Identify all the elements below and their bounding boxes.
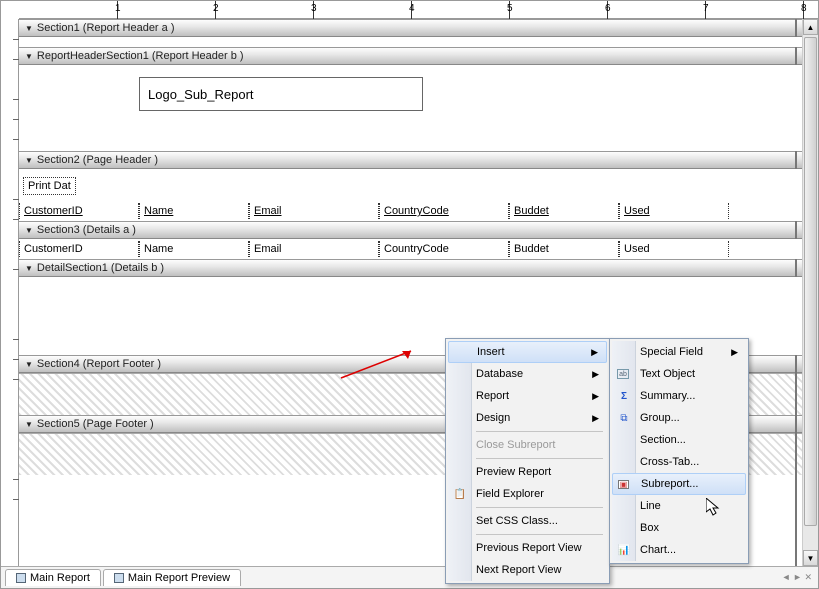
subreport-object[interactable]: Logo_Sub_Report	[139, 77, 423, 111]
scroll-up-button[interactable]: ▲	[803, 19, 818, 35]
submenu-item-subreport[interactable]: ▣ Subreport...	[612, 473, 746, 495]
tab-bar: Main Report Main Report Preview ◄ ► ✕	[1, 566, 818, 588]
column-header[interactable]: Buddet	[509, 203, 619, 219]
text-icon: ab	[617, 369, 629, 379]
tab-label: Main Report Preview	[128, 572, 230, 584]
tab-label: Main Report	[30, 572, 90, 584]
ruler-tick-label: 5	[507, 3, 513, 14]
submenu-arrow-icon: ▶	[731, 347, 738, 358]
tab-main-report-preview[interactable]: Main Report Preview	[103, 569, 241, 586]
column-header[interactable]: Name	[139, 203, 249, 219]
menu-item-design[interactable]: Design▶	[448, 407, 607, 429]
tab-nav-controls[interactable]: ◄ ► ✕	[782, 572, 812, 583]
field-print-date[interactable]: Print Dat	[23, 177, 76, 195]
section-label: ReportHeaderSection1 (Report Header b )	[37, 50, 244, 62]
section-bar-header-b[interactable]: ▼ ReportHeaderSection1 (Report Header b …	[19, 47, 802, 65]
ruler-tick-label: 1	[115, 3, 121, 14]
submenu-item-text-object[interactable]: ab Text Object	[612, 363, 746, 385]
submenu-item-crosstab[interactable]: Cross-Tab...	[612, 451, 746, 473]
section-body[interactable]: Logo_Sub_Report	[19, 65, 802, 151]
collapse-icon: ▼	[25, 156, 33, 165]
submenu-arrow-icon: ▶	[592, 391, 599, 402]
report-icon	[16, 573, 26, 583]
menu-item-next-view[interactable]: Next Report View	[448, 559, 607, 581]
ruler-tick-label: 4	[409, 3, 415, 14]
group-icon: ⧉	[617, 411, 631, 425]
section-label: DetailSection1 (Details b )	[37, 262, 164, 274]
report-icon	[114, 573, 124, 583]
context-menu: Insert▶ Database▶ Report▶ Design▶ Close …	[445, 338, 610, 584]
subreport-label: Logo_Sub_Report	[148, 87, 254, 102]
db-field[interactable]: Used	[619, 241, 729, 257]
column-header[interactable]: Email	[249, 203, 379, 219]
section-label: Section5 (Page Footer )	[37, 418, 154, 430]
section-bar-details-b[interactable]: ▼ DetailSection1 (Details b )	[19, 259, 802, 277]
submenu-item-special-field[interactable]: Special Field▶	[612, 341, 746, 363]
collapse-icon: ▼	[25, 24, 33, 33]
submenu-arrow-icon: ▶	[591, 347, 598, 358]
menu-item-database[interactable]: Database▶	[448, 363, 607, 385]
section-bar-page-header[interactable]: ▼ Section2 (Page Header )	[19, 151, 802, 169]
ruler-horizontal: 1 2 3 4 5 6 7 8	[19, 1, 818, 19]
db-field[interactable]: Buddet	[509, 241, 619, 257]
db-field[interactable]: Name	[139, 241, 249, 257]
collapse-icon: ▼	[25, 52, 33, 61]
menu-item-close-subreport: Close Subreport	[448, 434, 607, 456]
submenu-item-box[interactable]: Box	[612, 517, 746, 539]
tab-main-report[interactable]: Main Report	[5, 569, 101, 586]
section-label: Section4 (Report Footer )	[37, 358, 161, 370]
ruler-tick-label: 6	[605, 3, 611, 14]
menu-item-insert[interactable]: Insert▶	[448, 341, 607, 363]
db-field[interactable]: CustomerID	[19, 241, 139, 257]
chart-icon: 📊	[617, 543, 631, 557]
section-label: Section1 (Report Header a )	[37, 22, 175, 34]
submenu-item-summary[interactable]: Σ Summary...	[612, 385, 746, 407]
report-designer: 1 2 3 4 5 6 7 8 ▼ Section1 (Report Heade…	[0, 0, 819, 589]
column-header[interactable]: CustomerID	[19, 203, 139, 219]
ruler-tick-label: 7	[703, 3, 709, 14]
menu-separator	[476, 534, 603, 535]
column-header[interactable]: Used	[619, 203, 729, 219]
menu-separator	[476, 458, 603, 459]
db-field[interactable]: Email	[249, 241, 379, 257]
section-label: Section2 (Page Header )	[37, 154, 158, 166]
collapse-icon: ▼	[25, 360, 33, 369]
collapse-icon: ▼	[25, 226, 33, 235]
column-header[interactable]: CountryCode	[379, 203, 509, 219]
sigma-icon: Σ	[617, 389, 631, 403]
scrollbar-vertical[interactable]: ▲ ▼	[802, 19, 818, 566]
submenu-item-line[interactable]: Line	[612, 495, 746, 517]
ruler-tick-label: 8	[801, 3, 807, 14]
ruler-tick-label: 3	[311, 3, 317, 14]
menu-separator	[476, 507, 603, 508]
submenu-insert: Special Field▶ ab Text Object Σ Summary.…	[609, 338, 749, 564]
subreport-icon: ▣	[618, 480, 629, 489]
submenu-arrow-icon: ▶	[592, 369, 599, 380]
menu-item-preview-report[interactable]: Preview Report	[448, 461, 607, 483]
section-bar-details-a[interactable]: ▼ Section3 (Details a )	[19, 221, 802, 239]
scroll-thumb[interactable]	[804, 37, 817, 526]
submenu-item-chart[interactable]: 📊 Chart...	[612, 539, 746, 561]
menu-separator	[476, 431, 603, 432]
section-body[interactable]: Print Dat CustomerID Name Email CountryC…	[19, 169, 802, 221]
collapse-icon: ▼	[25, 420, 33, 429]
ruler-vertical	[1, 19, 19, 566]
submenu-arrow-icon: ▶	[592, 413, 599, 424]
collapse-icon: ▼	[25, 264, 33, 273]
ruler-tick-label: 2	[213, 3, 219, 14]
field-explorer-icon: 📋	[453, 487, 467, 501]
section-body[interactable]	[19, 37, 802, 47]
menu-item-prev-view[interactable]: Previous Report View	[448, 537, 607, 559]
scroll-down-button[interactable]: ▼	[803, 550, 818, 566]
db-field[interactable]: CountryCode	[379, 241, 509, 257]
menu-item-field-explorer[interactable]: 📋 Field Explorer	[448, 483, 607, 505]
section-body[interactable]: CustomerID Name Email CountryCode Buddet…	[19, 239, 802, 259]
submenu-item-section[interactable]: Section...	[612, 429, 746, 451]
section-bar-header-a[interactable]: ▼ Section1 (Report Header a )	[19, 19, 802, 37]
menu-item-set-css[interactable]: Set CSS Class...	[448, 510, 607, 532]
menu-item-report[interactable]: Report▶	[448, 385, 607, 407]
section-label: Section3 (Details a )	[37, 224, 136, 236]
submenu-item-group[interactable]: ⧉ Group...	[612, 407, 746, 429]
